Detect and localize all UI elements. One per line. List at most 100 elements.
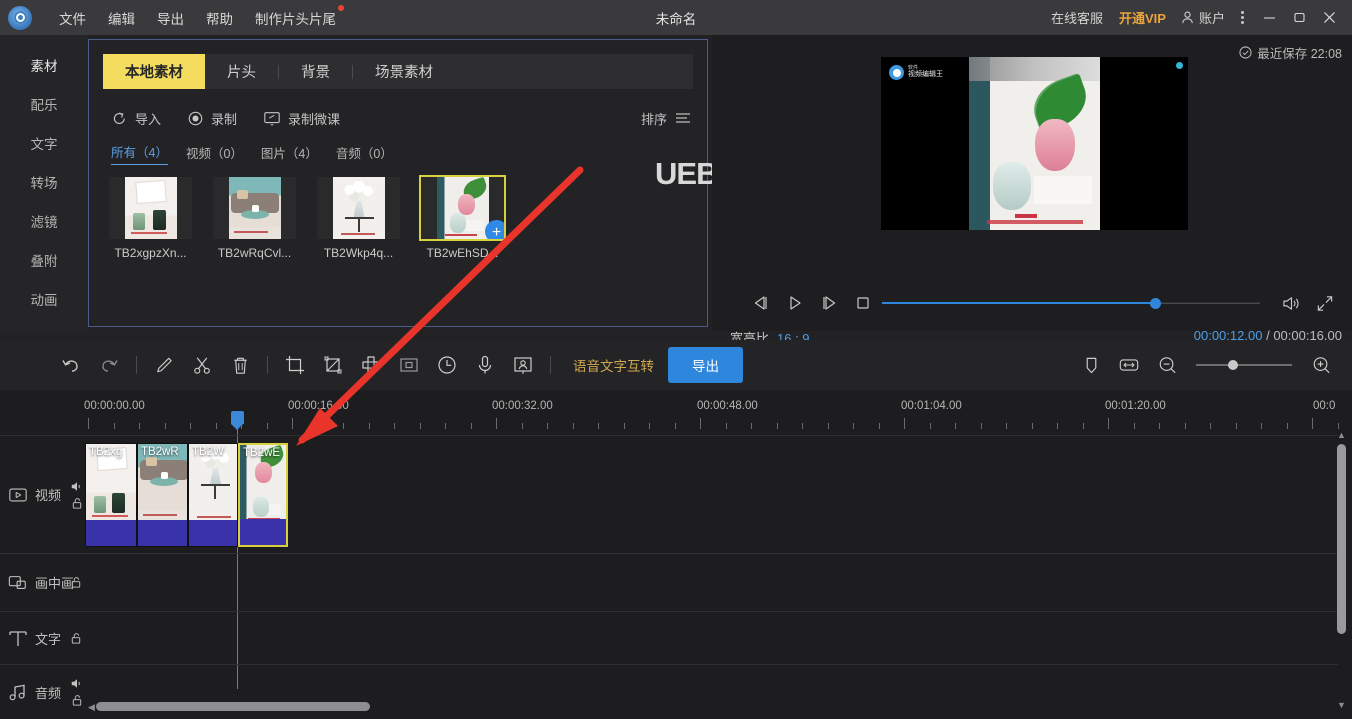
delete-button[interactable] [221,346,259,384]
sidebar-item-overlay[interactable]: 叠附 [0,240,88,279]
scroll-down-arrow[interactable]: ▼ [1337,700,1346,710]
ruler-tick [980,423,982,429]
media-item[interactable]: TB2wRqCvl... [213,177,296,260]
play-button[interactable] [778,286,812,320]
sidebar-item-material[interactable]: 素材 [0,45,88,84]
timeline-clip[interactable]: TB2W [188,443,238,547]
playhead-handle[interactable] [231,411,244,430]
zoom-in-button[interactable] [1302,346,1340,384]
online-support-button[interactable]: 在线客服 [1043,8,1111,27]
import-icon [113,111,125,124]
next-frame-button[interactable] [812,286,846,320]
rotate-button[interactable] [314,346,352,384]
zoom-out-button[interactable] [1148,346,1186,384]
watermark-button[interactable] [504,346,542,384]
timeline-clip[interactable]: TB2xg [85,443,137,547]
duration-button[interactable] [428,346,466,384]
tab-intro[interactable]: 片头 [205,54,278,89]
unlock-icon[interactable] [70,576,82,589]
progress-knob[interactable] [1150,298,1161,309]
menu-item-export[interactable]: 导出 [146,4,195,32]
sidebar-item-label: 叠附 [30,253,58,269]
media-item[interactable]: TB2xgpzXn... [109,177,192,260]
scroll-left-arrow[interactable]: ◀ [88,702,95,713]
undo-button[interactable] [52,346,90,384]
media-item-selected[interactable]: + TB2wEhSD... [419,175,506,260]
track-mute-icon[interactable] [70,480,84,493]
timeline-clip-selected[interactable]: TB2wE [238,443,288,547]
track-mute-icon[interactable] [70,677,84,690]
filter-all[interactable]: 所有（4） [111,142,168,165]
fit-width-button[interactable] [1110,346,1148,384]
unlock-icon[interactable] [71,694,83,707]
record-micro-lesson-button[interactable]: 录制微课 [263,109,340,128]
import-button[interactable]: 导入 [111,109,161,128]
timeline-ruler[interactable]: 00:00:00.00 00:00:16.00 00:00:32.00 00:0… [0,390,1352,435]
ruler-tick [649,423,650,429]
sidebar-item-transition[interactable]: 转场 [0,162,88,201]
sidebar-item-animation[interactable]: 动画 [0,279,88,318]
fullscreen-button[interactable] [1308,286,1342,320]
tab-local-material[interactable]: 本地素材 [103,54,205,89]
ruler-tick [266,423,268,429]
minimize-button[interactable] [1254,0,1284,35]
picture-in-picture-button[interactable] [390,346,428,384]
scroll-up-arrow[interactable]: ▲ [1337,430,1346,440]
filter-audio[interactable]: 音频（0） [336,143,393,165]
horizontal-scroll-thumb[interactable] [96,702,370,711]
sidebar-item-label: 转场 [30,175,58,191]
cut-button[interactable] [183,346,221,384]
add-to-timeline-icon[interactable]: + [485,220,504,239]
voice-text-convert-button[interactable]: 语音文字互转 [573,355,654,375]
microphone-button[interactable] [466,346,504,384]
save-status-label: 最近保存 22:08 [1257,47,1342,61]
media-item-label: TB2xgpzXn... [114,246,187,260]
more-options-icon[interactable] [1231,11,1254,24]
redo-button[interactable] [90,346,128,384]
mosaic-button[interactable] [352,346,390,384]
vertical-scroll-thumb[interactable] [1337,444,1346,634]
track-label: 画中画 [35,576,75,591]
media-item-label: TB2wRqCvl... [217,246,292,260]
tab-background[interactable]: 背景 [279,54,352,89]
track-controls [70,677,84,707]
timeline-zoom-slider[interactable] [1196,359,1292,371]
timeline-horizontal-scrollbar[interactable]: ◀ [88,702,1320,713]
export-button[interactable]: 导出 [668,347,743,383]
video-track-icon [9,488,27,501]
preview-progress-slider[interactable] [882,298,1260,309]
menu-item-file[interactable]: 文件 [48,4,97,32]
filter-video[interactable]: 视频（0） [186,143,243,165]
unlock-icon[interactable] [71,497,83,510]
ruler-tick [1235,423,1237,429]
menu-item-edit[interactable]: 编辑 [97,4,146,32]
marker-button[interactable] [1072,346,1110,384]
open-vip-button[interactable]: 开通VIP [1111,8,1174,27]
zoom-knob[interactable] [1228,360,1238,370]
timeline-vertical-scrollbar[interactable]: ▲ ▼ [1336,430,1348,710]
crop-button[interactable] [276,346,314,384]
sidebar-item-filter[interactable]: 滤镜 [0,201,88,240]
edit-button[interactable] [145,346,183,384]
menu-bar: 文件 编辑 导出 帮助 制作片头片尾 [48,4,347,32]
timeline-clip[interactable]: TB2wR [137,443,188,547]
close-button[interactable] [1314,0,1344,35]
volume-button[interactable] [1274,286,1308,320]
previous-frame-button[interactable] [744,286,778,320]
record-button[interactable]: 录制 [187,109,237,128]
video-preview-stage[interactable]: 软件 视频编辑王 [881,57,1188,230]
maximize-button[interactable] [1284,0,1314,35]
media-item[interactable]: TB2Wkp4q... [317,177,400,260]
tab-scene-material[interactable]: 场景素材 [353,54,455,89]
sidebar-item-music[interactable]: 配乐 [0,84,88,123]
filter-image[interactable]: 图片（4） [261,143,318,165]
sort-button[interactable]: 排序 [641,109,691,128]
unlock-icon[interactable] [70,632,82,645]
sidebar-item-text[interactable]: 文字 [0,123,88,162]
menu-item-intro-outro[interactable]: 制作片头片尾 [244,4,347,32]
track-video: 视频 TB2xg TB2wR TB2W TB2wE [0,435,1338,553]
menu-item-help[interactable]: 帮助 [195,4,244,32]
prev-frame-icon [754,296,767,310]
stop-button[interactable] [846,286,880,320]
account-button[interactable]: 账户 [1174,8,1231,27]
